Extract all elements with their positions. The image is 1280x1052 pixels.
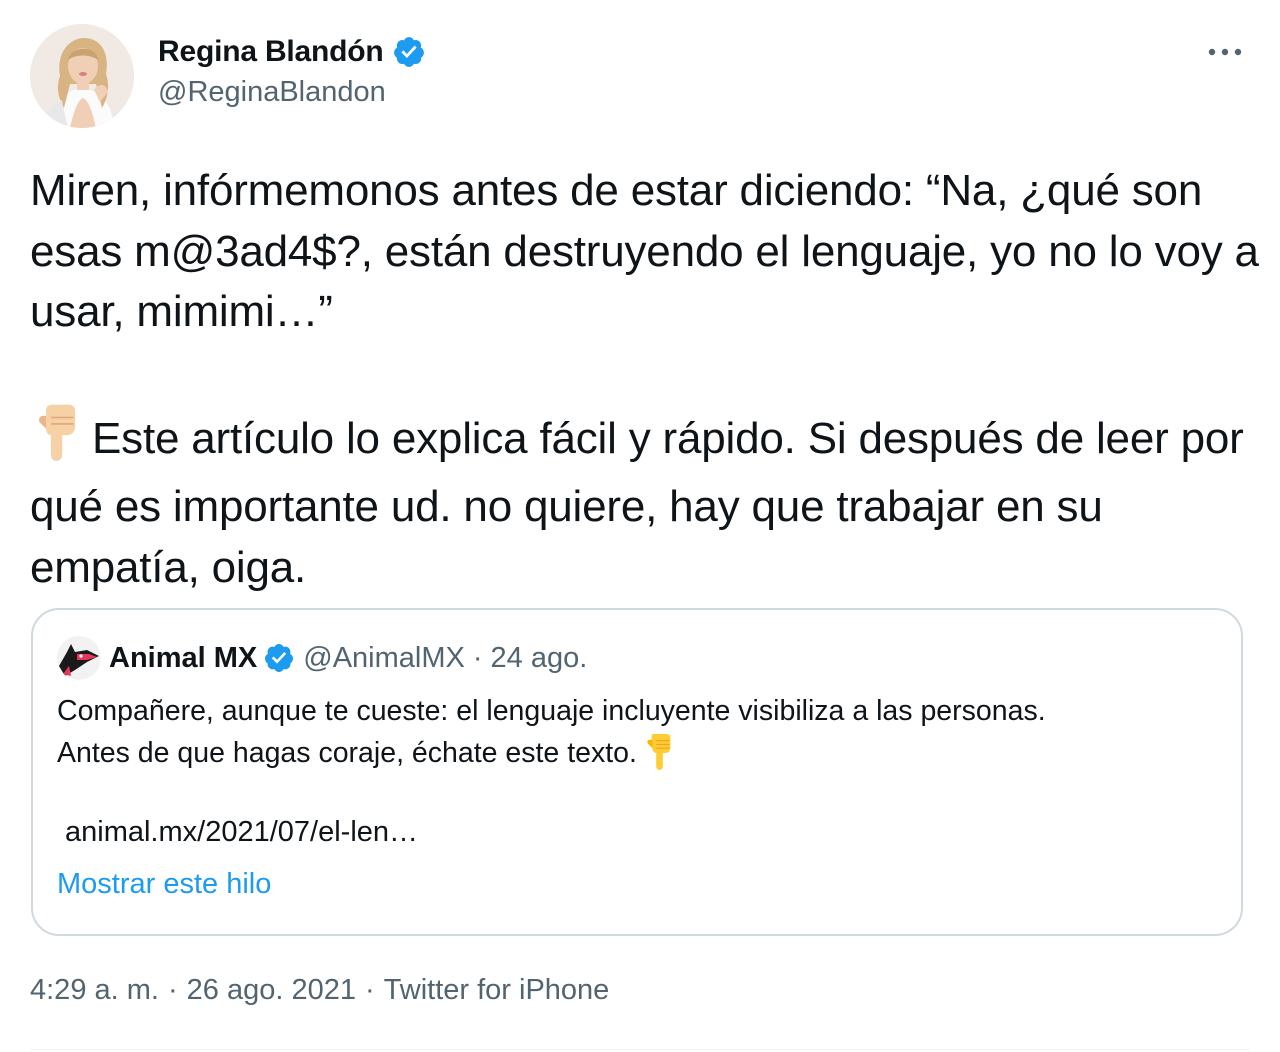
- quoted-tweet-line-2: Antes de que hagas coraje, échate este t…: [57, 737, 637, 769]
- quoted-tweet-card[interactable]: Animal MX @AnimalMX · 24 ago. Compañere,…: [31, 608, 1243, 936]
- tweet-paragraph-2-text: Este artículo lo explica fácil y rápido.…: [30, 413, 1244, 592]
- tweet-date[interactable]: 26 ago. 2021: [187, 974, 356, 1007]
- meta-separator-2: ·: [364, 974, 375, 1006]
- tweet-meta: 4:29 a. m. · 26 ago. 2021 · Twitter for …: [30, 974, 609, 1007]
- meta-separator-1: ·: [167, 974, 178, 1006]
- verified-badge-icon: [392, 35, 426, 69]
- tweet-container: Regina Blandón @ReginaBlandon Miren, inf…: [0, 0, 1280, 1052]
- more-options-button[interactable]: [1198, 34, 1252, 70]
- quoted-tweet-link[interactable]: animal.mx/2021/07/el-len…: [65, 816, 418, 849]
- show-thread-link[interactable]: Mostrar este hilo: [57, 868, 271, 901]
- author-handle[interactable]: @ReginaBlandon: [158, 76, 386, 109]
- quoted-author-handle[interactable]: @AnimalMX: [303, 642, 465, 675]
- backhand-index-pointing-down-emoji-icon: [643, 732, 677, 784]
- tweet-paragraph-2: Este artículo lo explica fácil y rápido.…: [30, 403, 1260, 599]
- more-horizontal-icon: [1208, 48, 1242, 56]
- quoted-tweet-text: Compañere, aunque te cueste: el lenguaje…: [57, 690, 1217, 784]
- animal-mx-logo-icon: [57, 636, 101, 680]
- quoted-header-separator: ·: [472, 641, 483, 674]
- author-avatar-image: [30, 24, 134, 128]
- author-display-name[interactable]: Regina Blandón: [158, 35, 384, 69]
- tweet-paragraph-1: Miren, infórmemonos antes de estar dicie…: [30, 166, 1259, 336]
- tweet-time[interactable]: 4:29 a. m.: [30, 974, 159, 1007]
- verified-badge-icon: [263, 642, 295, 674]
- quoted-author-name[interactable]: Animal MX: [109, 642, 257, 675]
- quoted-tweet-line-2-row: Antes de que hagas coraje, échate este t…: [57, 732, 1217, 784]
- divider: [30, 1049, 1250, 1050]
- backhand-index-pointing-down-emoji-icon: [30, 403, 88, 478]
- author-avatar[interactable]: [30, 24, 134, 128]
- quoted-tweet-header: Animal MX @AnimalMX · 24 ago.: [109, 638, 587, 678]
- quoted-tweet-date[interactable]: 24 ago.: [491, 642, 588, 675]
- quoted-tweet-line-1: Compañere, aunque te cueste: el lenguaje…: [57, 695, 1046, 727]
- quoted-author-avatar[interactable]: [57, 636, 101, 680]
- tweet-source[interactable]: Twitter for iPhone: [384, 974, 610, 1007]
- tweet-text: Miren, infórmemonos antes de estar dicie…: [30, 161, 1260, 598]
- author-name-row[interactable]: Regina Blandón: [158, 32, 426, 72]
